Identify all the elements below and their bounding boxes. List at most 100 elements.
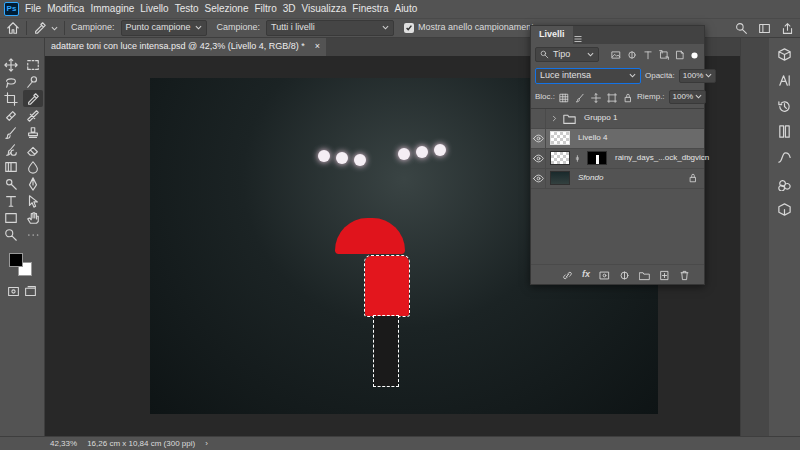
menu-item[interactable]: Testo [172,0,202,18]
tool-button[interactable] [1,158,21,175]
tool-button[interactable] [1,124,21,141]
layer-mask-thumb[interactable] [587,151,607,165]
layer-row[interactable]: Gruppo 1 [531,109,704,129]
layer-row[interactable]: Sfondo [531,169,704,189]
filter-toggle[interactable] [691,47,698,62]
menu-item[interactable]: Selezione [202,0,252,18]
menu-item[interactable]: File [22,0,44,18]
opacity-field[interactable]: 100% [679,69,716,83]
link-layers-button[interactable] [562,267,573,282]
dropdown-caret[interactable] [195,21,202,35]
layer-name[interactable]: Sfondo [578,172,603,184]
tool-button[interactable] [23,73,43,90]
menu-item[interactable]: Livello [137,0,171,18]
app-logo[interactable]: Ps [4,2,19,16]
tool-button[interactable] [1,192,21,209]
type-filter-button[interactable] [643,47,653,62]
tool-button[interactable] [1,141,21,158]
dropdown-caret[interactable] [629,69,636,83]
tool-button[interactable] [23,209,43,226]
properties-button[interactable] [777,201,792,217]
character-icon [777,73,792,88]
zoom-level[interactable]: 42,33% [50,438,77,450]
add-mask-button[interactable] [599,267,610,282]
dropdown-caret[interactable] [695,91,702,103]
panel-3d-button[interactable] [777,46,792,62]
menu-item[interactable]: Visualizza [299,0,350,18]
tool-button[interactable] [23,192,43,209]
visibility-toggle[interactable] [531,169,546,188]
layer-name[interactable]: Gruppo 1 [584,112,617,124]
dropdown-caret[interactable] [587,48,594,62]
lock-artboard-button[interactable] [607,90,617,105]
menu-item[interactable]: Filtro [251,0,279,18]
visibility-toggle[interactable] [531,149,546,168]
menu-item[interactable]: Aiuto [391,0,420,18]
tool-button[interactable] [23,175,43,192]
layers-tab[interactable]: Livelli [531,26,573,44]
libraries-button[interactable] [777,124,792,140]
dropdown-caret[interactable] [705,70,712,82]
sample-select[interactable]: Tutti i livelli [266,20,394,36]
new-layer-button[interactable] [659,267,670,282]
tool-button[interactable] [23,158,43,175]
fx-button[interactable]: fx [582,268,590,282]
show-ring-checkbox[interactable] [404,23,414,33]
tool-button[interactable] [23,124,43,141]
show-ring-option[interactable]: Mostra anello campionamento [404,21,539,35]
tool-button[interactable] [1,175,21,192]
tool-button[interactable] [23,141,43,158]
adjustment-layer-button[interactable] [619,267,630,282]
swatches-panel-button[interactable] [777,175,792,191]
sample-size-select[interactable]: Punto campione [121,20,207,36]
menu-item[interactable]: Finestra [349,0,391,18]
lock-image-button[interactable] [575,90,585,105]
history-button[interactable] [777,98,792,114]
document-tab[interactable]: adattare toni con luce intensa.psd @ 42,… [45,38,326,56]
close-tab-button[interactable]: × [315,40,320,54]
fill-field[interactable]: 100% [669,90,706,104]
tool-button[interactable] [23,90,43,107]
delete-layer-button[interactable] [679,267,690,282]
tool-button[interactable] [1,56,21,73]
lock-position-button[interactable] [591,90,601,105]
blur-icon [26,160,40,174]
layer-row[interactable]: rainy_days_...ock_dbgvicn [531,149,704,169]
eyedropper-icon [26,92,40,106]
visibility-toggle[interactable] [531,129,546,148]
foreground-color-swatch[interactable] [9,253,23,267]
tool-button[interactable] [23,226,43,243]
layers-panel[interactable]: Livelli Tipo Luce intensa Opacità: 100% … [530,25,705,285]
menu-item[interactable]: 3D [280,0,299,18]
tool-button[interactable] [1,209,21,226]
adjustment-filter-button[interactable] [627,47,637,62]
layer-name[interactable]: Livello 4 [578,132,607,144]
lock-transparency-button[interactable] [559,90,569,105]
menu-item[interactable]: Modifica [44,0,87,18]
layer-row[interactable]: Livello 4 [531,129,704,149]
tool-button[interactable] [1,226,21,243]
caret-icon [695,94,702,99]
sample-value: Tutti i livelli [271,21,315,35]
smart-object-filter-button[interactable] [675,47,685,62]
tool-preset-picker[interactable] [33,21,58,35]
tool-button[interactable] [23,107,43,124]
visibility-toggle[interactable] [531,109,546,128]
pixel-filter-button[interactable] [611,47,621,62]
dropdown-caret[interactable] [382,21,389,35]
paths-button[interactable] [777,149,792,165]
status-menu-arrow[interactable]: › [205,438,208,450]
filter-select[interactable]: Tipo [535,47,599,63]
new-group-button[interactable] [639,267,650,282]
caret-icon [629,73,636,78]
tool-button[interactable] [1,73,21,90]
shape-filter-button[interactable] [659,47,669,62]
character-button[interactable] [777,72,792,88]
lock-all-button[interactable] [623,90,633,105]
tool-button[interactable] [1,90,21,107]
menu-item[interactable]: Immagine [87,0,137,18]
blend-mode-select[interactable]: Luce intensa [535,68,641,84]
tool-button[interactable] [23,56,43,73]
tool-button[interactable] [1,107,21,124]
layer-name[interactable]: rainy_days_...ock_dbgvicn [615,152,694,164]
